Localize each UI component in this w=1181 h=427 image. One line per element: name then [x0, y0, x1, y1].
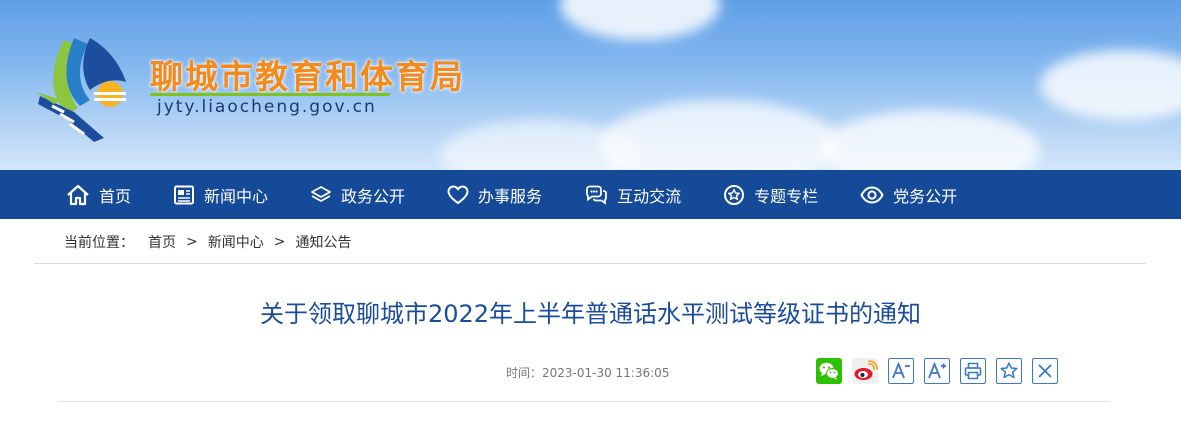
publish-time: 时间：2023-01-30 11:36:05 — [506, 366, 670, 380]
favorite-button[interactable] — [996, 358, 1022, 384]
cloud-decoration — [1040, 50, 1181, 120]
print-icon — [964, 362, 982, 380]
home-icon — [67, 184, 89, 205]
breadcrumb-separator: > — [186, 234, 198, 250]
nav-label: 专题专栏 — [754, 186, 819, 206]
nav-label: 党务公开 — [893, 186, 958, 206]
heart-icon — [447, 184, 469, 204]
nav-item-special[interactable]: 专题专栏 — [723, 170, 818, 219]
site-name[interactable]: 聊城市教育和体育局 — [150, 50, 465, 98]
nav-item-services[interactable]: 办事服务 — [447, 170, 542, 219]
weibo-share-icon — [852, 358, 878, 384]
breadcrumb-separator: > — [273, 234, 286, 250]
breadcrumb-divider — [34, 263, 1146, 264]
header-banner: 聊城市教育和体育局 jyty.liaocheng.gov.cn — [0, 0, 1181, 170]
weibo-share-button[interactable] — [852, 358, 878, 384]
share-toolbar — [816, 358, 1058, 384]
font-larger-icon — [928, 362, 946, 379]
article-title: 关于领取聊城市2022年上半年普通话水平测试等级证书的通知 — [259, 300, 922, 328]
breadcrumb-prefix: 当前位置： — [64, 235, 134, 251]
bureau-logo — [36, 38, 126, 142]
breadcrumb-link-notices[interactable]: 通知公告 — [295, 232, 351, 252]
nav-item-news[interactable]: 新闻中心 — [173, 170, 268, 219]
nav-item-party[interactable]: 党务公开 — [860, 170, 957, 219]
wechat-share-icon — [816, 358, 842, 384]
nav-item-home[interactable]: 首页 — [66, 170, 131, 219]
main-nav: 首页 新闻中心 政务公开 办事服务 互动交流 专题专栏 党务公开 — [0, 170, 1181, 219]
breadcrumb: 当前位置： 首页 > 新闻中心 > 通知公告 — [64, 230, 351, 254]
close-button[interactable] — [1032, 358, 1058, 384]
nav-label: 政务公开 — [341, 186, 406, 206]
nav-item-interaction[interactable]: 互动交流 — [584, 170, 681, 219]
nav-label: 新闻中心 — [204, 186, 269, 206]
font-smaller-icon — [892, 362, 910, 379]
close-icon — [1038, 364, 1052, 378]
cloud-decoration — [820, 110, 1040, 170]
nav-label: 互动交流 — [617, 186, 682, 206]
star-badge-icon — [724, 184, 745, 205]
layers-icon — [311, 185, 331, 202]
site-url: jyty.liaocheng.gov.cn — [157, 97, 377, 117]
breadcrumb-link-news[interactable]: 新闻中心 — [208, 232, 264, 252]
nav-item-government[interactable]: 政务公开 — [310, 170, 405, 219]
eye-icon — [860, 185, 884, 204]
cloud-decoration — [560, 0, 720, 40]
print-button[interactable] — [960, 358, 986, 384]
url-underline — [150, 93, 390, 96]
breadcrumb-link-home[interactable]: 首页 — [148, 232, 176, 252]
wechat-share-button[interactable] — [816, 358, 842, 384]
nav-label: 首页 — [99, 186, 132, 206]
font-smaller-button[interactable] — [888, 358, 914, 384]
font-larger-button[interactable] — [924, 358, 950, 384]
favorite-icon — [1000, 362, 1018, 379]
chat-icon — [586, 185, 607, 205]
nav-label: 办事服务 — [478, 186, 543, 206]
article-head-divider — [58, 401, 1110, 402]
newspaper-icon — [174, 185, 195, 204]
